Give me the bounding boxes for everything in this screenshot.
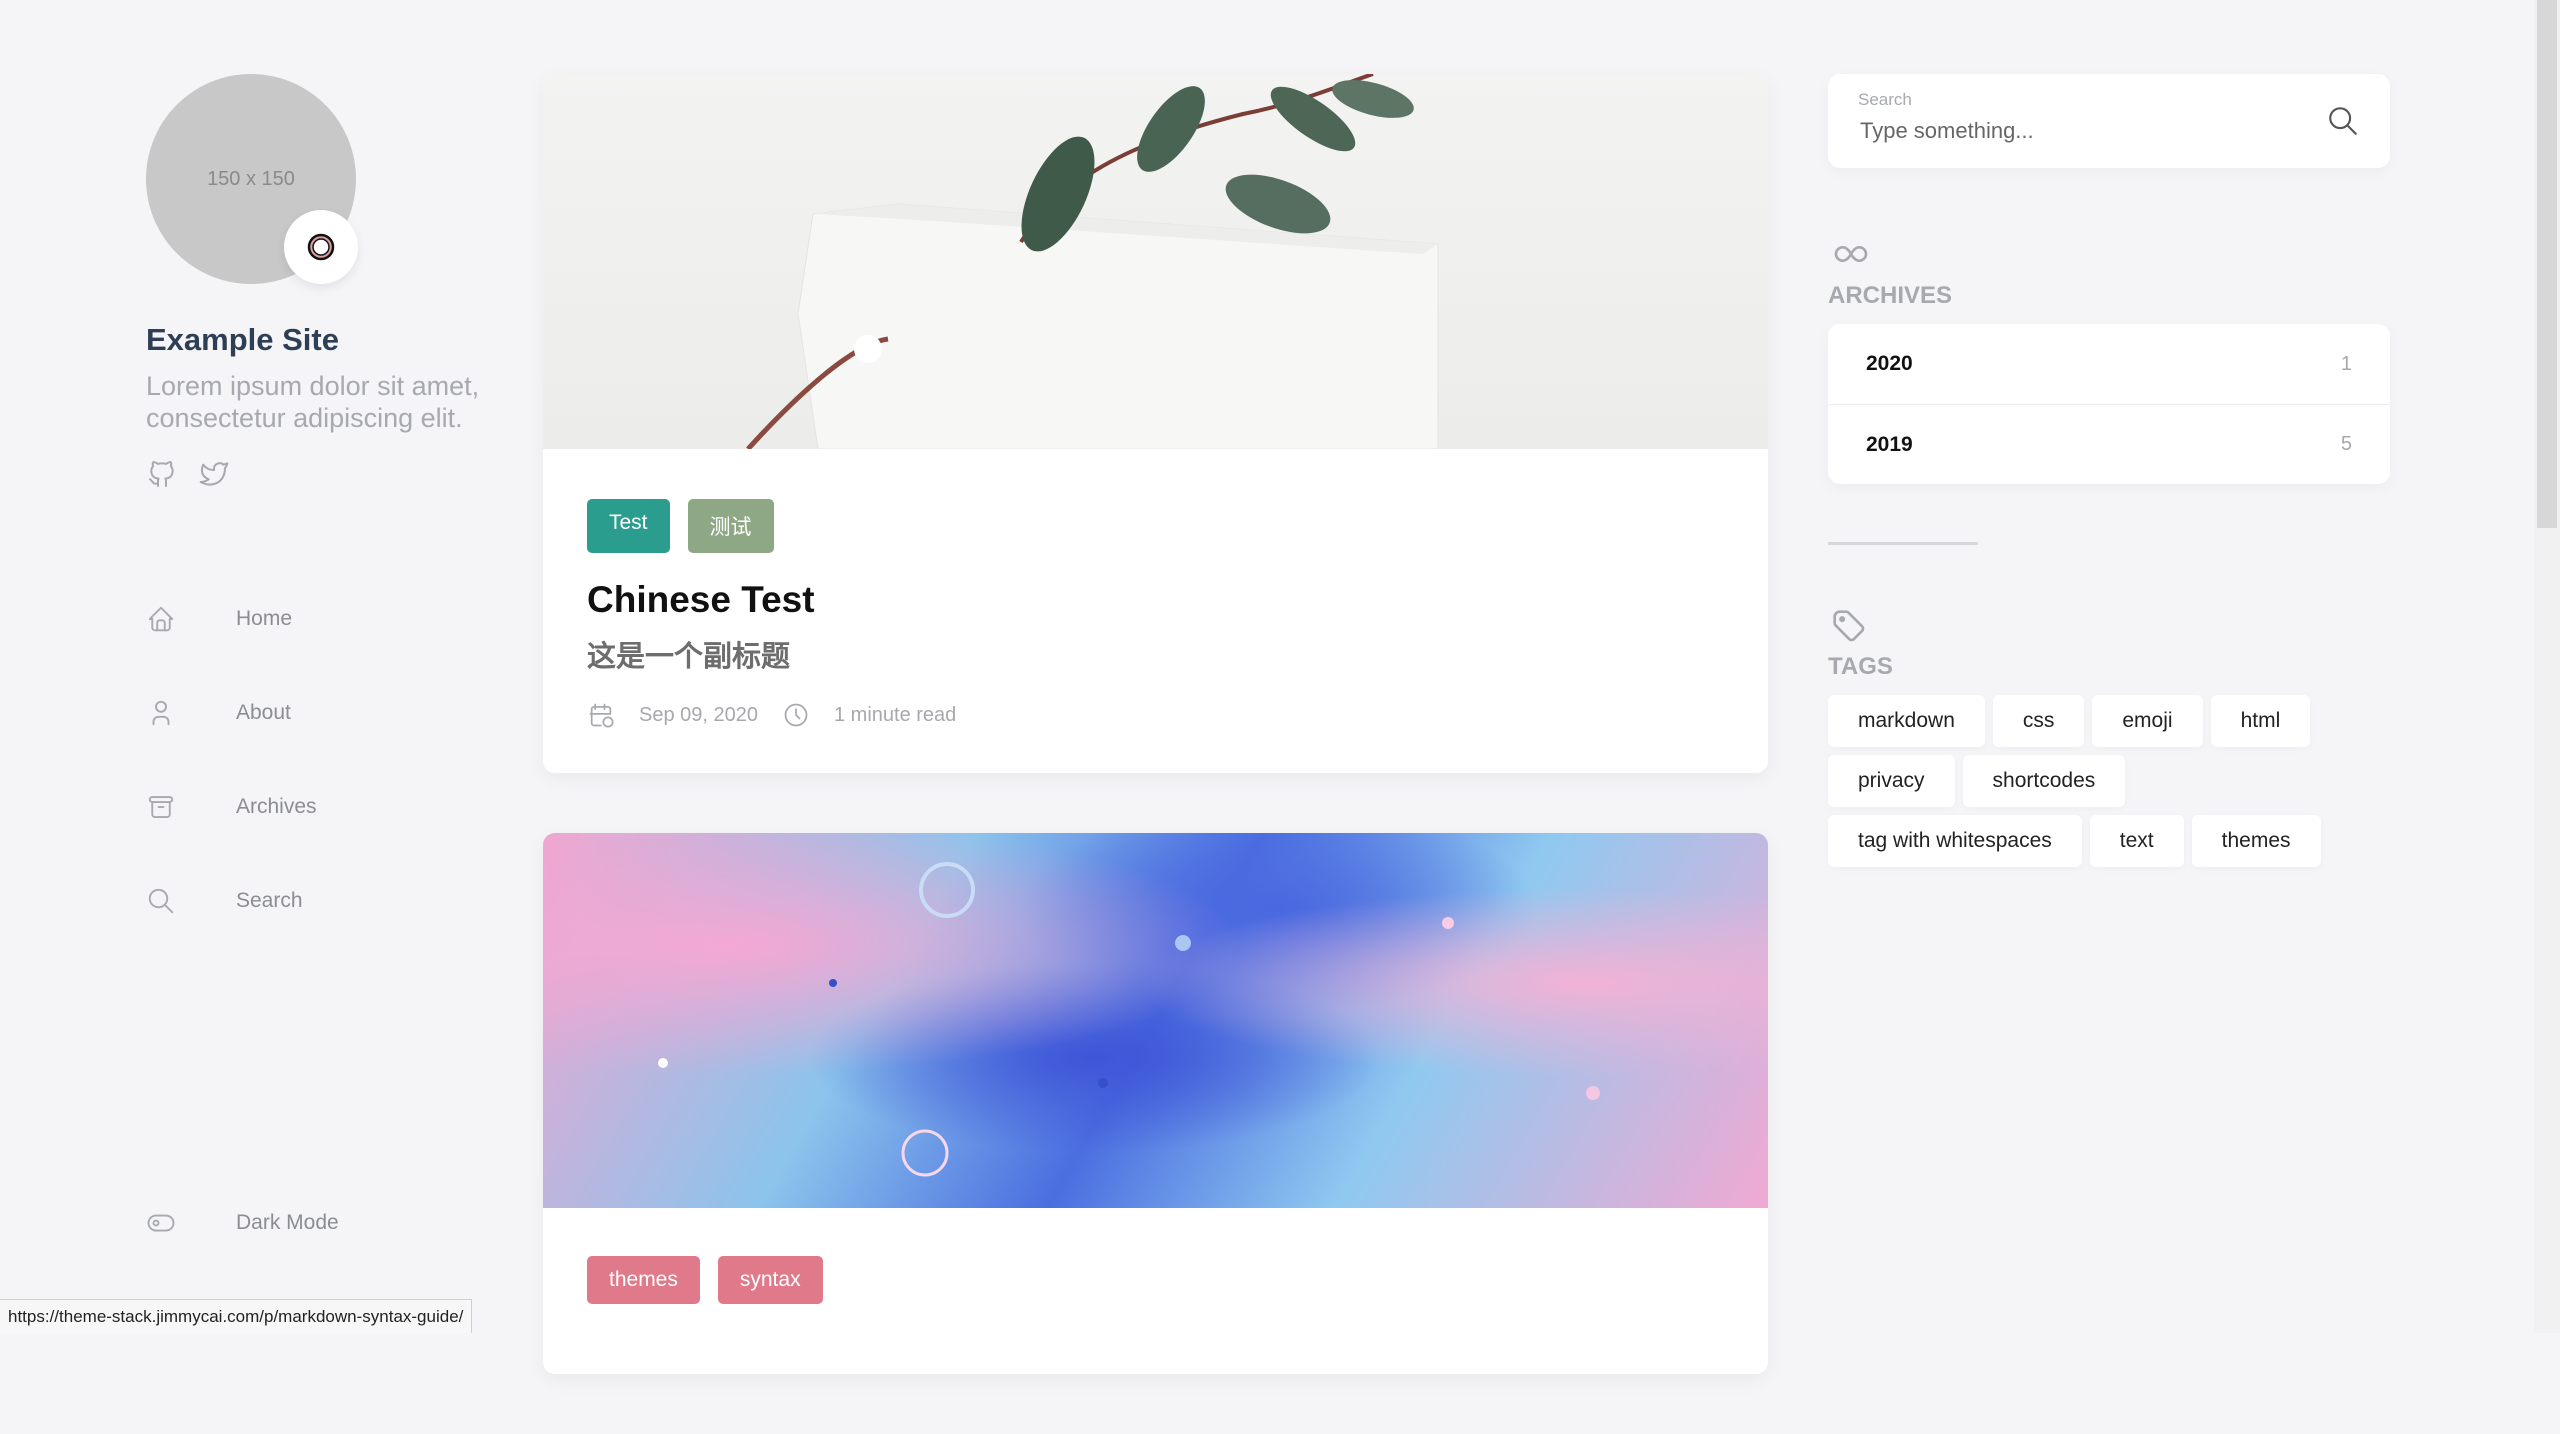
site-name[interactable]: Example Site [146,322,339,358]
post-tags: Test 测试 [587,499,1724,553]
archive-count: 1 [2341,353,2352,376]
avatar-placeholder-text: 150 x 150 [207,168,295,191]
tags-title: TAGS [1828,653,2390,681]
archives-title: ARCHIVES [1828,282,2390,310]
home-icon [146,604,176,634]
right-sidebar: Search ARCHIVES 2020 1 2019 5 TAGS markd… [1828,74,2390,867]
post-body: themes syntax [543,1208,1768,1374]
scrollbar-thumb[interactable] [2537,0,2557,528]
tag-cloud: markdown css emoji html privacy shortcod… [1828,695,2348,867]
dark-mode-label: Dark Mode [236,1211,339,1235]
post-tag[interactable]: syntax [718,1256,823,1304]
post-image-leaf[interactable] [543,74,1768,449]
menu-item-search[interactable]: Search [146,854,317,948]
infinity-icon [1828,234,1874,274]
post-tag[interactable]: 测试 [688,499,774,553]
menu-item-archives[interactable]: Archives [146,760,317,854]
dark-mode-toggle[interactable]: Dark Mode [146,1208,339,1238]
post-subtitle: 这是一个副标题 [587,633,1724,675]
tag-link[interactable]: html [2211,695,2311,747]
archive-icon [146,792,176,822]
search-input[interactable] [1858,114,2278,148]
menu-label-archives: Archives [236,795,317,819]
post-tag[interactable]: Test [587,499,670,553]
tag-link[interactable]: privacy [1828,755,1955,807]
post-tag[interactable]: themes [587,1256,700,1304]
user-icon [146,698,176,728]
social-links [146,458,230,490]
post-card[interactable]: Test 测试 Chinese Test 这是一个副标题 Sep 09, 202… [543,74,1768,773]
calendar-icon [587,701,615,729]
menu-item-about[interactable]: About [146,666,317,760]
tag-link[interactable]: emoji [2092,695,2202,747]
post-date: Sep 09, 2020 [639,704,758,727]
archive-year: 2019 [1866,433,1913,457]
search-label: Search [1858,90,1912,110]
clock-icon [782,701,810,729]
github-icon[interactable] [146,458,178,490]
archives-list: 2020 1 2019 5 [1828,324,2390,484]
tag-link[interactable]: shortcodes [1963,755,2126,807]
post-body: Test 测试 Chinese Test 这是一个副标题 Sep 09, 202… [543,449,1768,773]
tag-icon [1828,605,1874,645]
tag-link[interactable]: text [2090,815,2184,867]
search-icon[interactable] [2326,104,2360,138]
post-title[interactable]: Chinese Test [587,579,1724,621]
menu-label-about: About [236,701,291,725]
search-icon [146,886,176,916]
toggle-icon [146,1208,176,1238]
menu-label-home: Home [236,607,292,631]
post-meta: Sep 09, 2020 1 minute read [587,701,1724,729]
face-emoji-icon [284,210,358,284]
archive-count: 5 [2341,433,2352,456]
menu-label-search: Search [236,889,303,913]
archive-item[interactable]: 2020 1 [1828,324,2390,404]
scrollbar-track[interactable] [2534,0,2560,1333]
post-tags: themes syntax [587,1256,1724,1304]
search-form: Search [1828,74,2390,168]
tag-link[interactable]: themes [2192,815,2321,867]
link-status-bar: https://theme-stack.jimmycai.com/p/markd… [0,1299,472,1333]
archive-item[interactable]: 2019 5 [1828,404,2390,484]
site-description: Lorem ipsum dolor sit amet, consectetur … [146,370,506,434]
post-card[interactable]: themes syntax [543,833,1768,1374]
widget-divider [1828,542,1978,545]
tag-link[interactable]: markdown [1828,695,1985,747]
post-read-time: 1 minute read [834,704,956,727]
left-sidebar: 150 x 150 Example Site Lorem ipsum dolor… [146,0,506,1333]
twitter-icon[interactable] [198,458,230,490]
tag-link[interactable]: css [1993,695,2085,747]
menu-item-home[interactable]: Home [146,572,317,666]
archive-year: 2020 [1866,352,1913,376]
avatar-container: 150 x 150 [146,74,356,284]
tag-link[interactable]: tag with whitespaces [1828,815,2082,867]
post-image-fluid-paint[interactable] [543,833,1768,1208]
post-list: Test 测试 Chinese Test 这是一个副标题 Sep 09, 202… [543,74,1768,1434]
main-menu: Home About Archives Sea [146,572,317,948]
